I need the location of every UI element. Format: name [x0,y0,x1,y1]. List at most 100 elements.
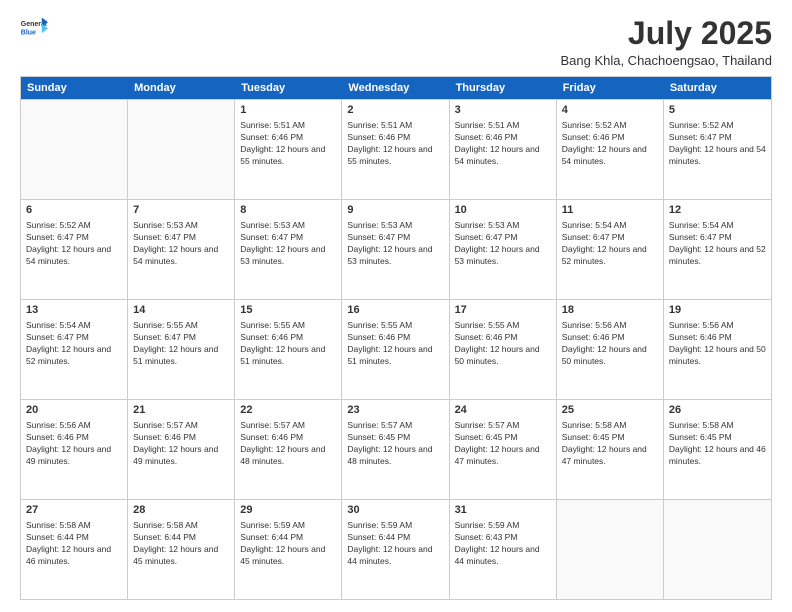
day-number: 4 [562,103,658,118]
calendar-cell: 14Sunrise: 5:55 AMSunset: 6:47 PMDayligh… [128,300,235,399]
calendar-week-row: 27 Sunrise: 5:58 AMSunset: 6:44 PMDayligh… [21,499,771,599]
calendar-header-cell: Thursday [450,77,557,99]
calendar-cell [664,500,771,599]
calendar-cell [21,100,128,199]
day-info: Sunrise: 5:57 AMSunset: 6:46 PMDaylight:… [240,420,336,468]
calendar-cell: 19Sunrise: 5:56 AMSunset: 6:46 PMDayligh… [664,300,771,399]
day-number: 20 [26,403,122,418]
day-number: 23 [347,403,443,418]
day-info: Sunrise: 5:56 AMSunset: 6:46 PMDaylight:… [562,320,658,368]
day-number: 27 [26,503,122,518]
day-info: Sunrise: 5:54 AMSunset: 6:47 PMDaylight:… [562,220,658,268]
day-number: 7 [133,203,229,218]
day-number: 6 [26,203,122,218]
day-info: Sunrise: 5:55 AMSunset: 6:47 PMDaylight:… [133,320,229,368]
day-number: 13 [26,303,122,318]
calendar-header-cell: Wednesday [342,77,449,99]
calendar-cell: 27 Sunrise: 5:58 AMSunset: 6:44 PMDayligh… [21,500,128,599]
day-number: 31 [455,503,551,518]
calendar-cell: 6 Sunrise: 5:52 AMSunset: 6:47 PMDaylight… [21,200,128,299]
day-info: Sunrise: 5:52 AMSunset: 6:46 PMDaylight:… [562,120,658,168]
day-number: 10 [455,203,551,218]
day-number: 21 [133,403,229,418]
calendar-cell: 10 Sunrise: 5:53 AMSunset: 6:47 PMDayligh… [450,200,557,299]
day-number: 25 [562,403,658,418]
calendar-cell: 7Sunrise: 5:53 AMSunset: 6:47 PMDaylight… [128,200,235,299]
day-number: 30 [347,503,443,518]
calendar-week-row: 13Sunrise: 5:54 AMSunset: 6:47 PMDayligh… [21,299,771,399]
calendar-cell: 1 Sunrise: 5:51 AMSunset: 6:46 PMDaylight… [235,100,342,199]
day-info: Sunrise: 5:51 AMSunset: 6:46 PMDaylight:… [455,120,551,168]
day-info: Sunrise: 5:55 AMSunset: 6:46 PMDaylight:… [347,320,443,368]
day-info: Sunrise: 5:55 AMSunset: 6:46 PMDaylight:… [455,320,551,368]
day-info: Sunrise: 5:58 AMSunset: 6:45 PMDaylight:… [562,420,658,468]
day-info: Sunrise: 5:55 AMSunset: 6:46 PMDaylight:… [240,320,336,368]
day-info: Sunrise: 5:52 AMSunset: 6:47 PMDaylight:… [669,120,766,168]
calendar-header-cell: Saturday [664,77,771,99]
day-info: Sunrise: 5:52 AMSunset: 6:47 PMDaylight:… [26,220,122,268]
calendar-cell: 22 Sunrise: 5:57 AMSunset: 6:46 PMDayligh… [235,400,342,499]
day-number: 11 [562,203,658,218]
calendar-week-row: 6 Sunrise: 5:52 AMSunset: 6:47 PMDaylight… [21,199,771,299]
calendar-cell: 21Sunrise: 5:57 AMSunset: 6:46 PMDayligh… [128,400,235,499]
day-info: Sunrise: 5:57 AMSunset: 6:45 PMDaylight:… [347,420,443,468]
calendar-cell: 16Sunrise: 5:55 AMSunset: 6:46 PMDayligh… [342,300,449,399]
day-number: 26 [669,403,766,418]
header: General Blue July 2025 Bang Khla, Chacho… [20,16,772,68]
calendar-cell: 11 Sunrise: 5:54 AMSunset: 6:47 PMDayligh… [557,200,664,299]
calendar-week-row: 1 Sunrise: 5:51 AMSunset: 6:46 PMDaylight… [21,99,771,199]
day-number: 22 [240,403,336,418]
calendar-cell [557,500,664,599]
day-number: 3 [455,103,551,118]
calendar-cell: 8 Sunrise: 5:53 AMSunset: 6:47 PMDaylight… [235,200,342,299]
calendar-header-cell: Tuesday [235,77,342,99]
calendar-cell [128,100,235,199]
location-subtitle: Bang Khla, Chachoengsao, Thailand [560,53,772,68]
day-info: Sunrise: 5:58 AMSunset: 6:44 PMDaylight:… [26,520,122,568]
calendar-cell: 5Sunrise: 5:52 AMSunset: 6:47 PMDaylight… [664,100,771,199]
calendar-cell: 26 Sunrise: 5:58 AMSunset: 6:45 PMDayligh… [664,400,771,499]
logo-icon: General Blue [20,16,48,44]
day-number: 24 [455,403,551,418]
day-number: 8 [240,203,336,218]
day-info: Sunrise: 5:53 AMSunset: 6:47 PMDaylight:… [455,220,551,268]
svg-text:Blue: Blue [21,30,36,37]
calendar-cell: 29 Sunrise: 5:59 AMSunset: 6:44 PMDayligh… [235,500,342,599]
calendar-body: 1 Sunrise: 5:51 AMSunset: 6:46 PMDaylight… [21,99,771,599]
day-number: 9 [347,203,443,218]
day-info: Sunrise: 5:53 AMSunset: 6:47 PMDaylight:… [347,220,443,268]
calendar-cell: 12Sunrise: 5:54 AMSunset: 6:47 PMDayligh… [664,200,771,299]
day-info: Sunrise: 5:51 AMSunset: 6:46 PMDaylight:… [240,120,336,168]
day-number: 18 [562,303,658,318]
day-number: 15 [240,303,336,318]
calendar-header-row: SundayMondayTuesdayWednesdayThursdayFrid… [21,77,771,99]
day-number: 1 [240,103,336,118]
day-number: 28 [133,503,229,518]
page: General Blue July 2025 Bang Khla, Chacho… [0,0,792,612]
day-info: Sunrise: 5:53 AMSunset: 6:47 PMDaylight:… [240,220,336,268]
day-number: 29 [240,503,336,518]
day-info: Sunrise: 5:57 AMSunset: 6:45 PMDaylight:… [455,420,551,468]
day-number: 19 [669,303,766,318]
day-number: 2 [347,103,443,118]
calendar-cell: 13Sunrise: 5:54 AMSunset: 6:47 PMDayligh… [21,300,128,399]
day-info: Sunrise: 5:59 AMSunset: 6:43 PMDaylight:… [455,520,551,568]
calendar-cell: 3 Sunrise: 5:51 AMSunset: 6:46 PMDaylight… [450,100,557,199]
day-info: Sunrise: 5:59 AMSunset: 6:44 PMDaylight:… [347,520,443,568]
calendar-cell: 28 Sunrise: 5:58 AMSunset: 6:44 PMDayligh… [128,500,235,599]
calendar-week-row: 20Sunrise: 5:56 AMSunset: 6:46 PMDayligh… [21,399,771,499]
day-info: Sunrise: 5:58 AMSunset: 6:44 PMDaylight:… [133,520,229,568]
day-info: Sunrise: 5:51 AMSunset: 6:46 PMDaylight:… [347,120,443,168]
calendar-cell: 25 Sunrise: 5:58 AMSunset: 6:45 PMDayligh… [557,400,664,499]
calendar: SundayMondayTuesdayWednesdayThursdayFrid… [20,76,772,600]
calendar-cell: 24 Sunrise: 5:57 AMSunset: 6:45 PMDayligh… [450,400,557,499]
calendar-cell: 31 Sunrise: 5:59 AMSunset: 6:43 PMDayligh… [450,500,557,599]
day-info: Sunrise: 5:59 AMSunset: 6:44 PMDaylight:… [240,520,336,568]
calendar-header-cell: Monday [128,77,235,99]
title-block: July 2025 Bang Khla, Chachoengsao, Thail… [560,16,772,68]
day-number: 17 [455,303,551,318]
day-info: Sunrise: 5:58 AMSunset: 6:45 PMDaylight:… [669,420,766,468]
calendar-cell: 4 Sunrise: 5:52 AMSunset: 6:46 PMDaylight… [557,100,664,199]
calendar-cell: 23 Sunrise: 5:57 AMSunset: 6:45 PMDayligh… [342,400,449,499]
calendar-cell: 17 Sunrise: 5:55 AMSunset: 6:46 PMDayligh… [450,300,557,399]
